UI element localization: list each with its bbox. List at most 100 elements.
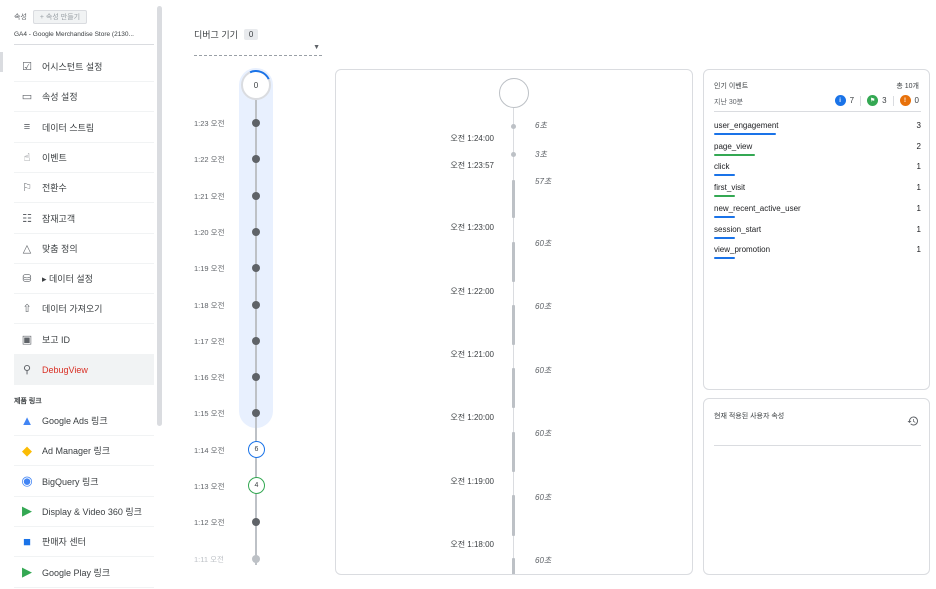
event-row[interactable]: view_promotion 1 — [714, 242, 921, 262]
stream-segment — [512, 558, 515, 574]
minute-dot[interactable] — [252, 554, 260, 563]
minute-time-label[interactable]: 1:11 오전 — [194, 554, 234, 565]
active-indicator — [0, 52, 3, 72]
top-events-title: 인기 이벤트 — [714, 83, 749, 90]
sidebar-item-10[interactable]: ▣ 보고 ID — [14, 325, 154, 355]
event-share-bar — [714, 133, 776, 135]
event-name[interactable]: new_recent_active_user — [714, 204, 801, 213]
sidebar-item-label: 데이터 가져오기 — [42, 304, 103, 315]
streams-icon: ≡ — [23, 121, 31, 134]
current-minute-counter[interactable]: 0 — [236, 65, 276, 105]
property-selector[interactable]: GA4 - Google Merchandise Store (2130... — [14, 31, 154, 38]
debug-device-select[interactable]: ▼ — [194, 42, 322, 56]
minute-dot[interactable] — [252, 336, 260, 345]
sidebar-item-label: 잠재고객 — [42, 213, 76, 224]
checkbox-icon: ☑ — [22, 61, 32, 73]
divider — [14, 44, 154, 45]
user-properties-card: 현재 적용된 사용자 속성 — [703, 398, 930, 575]
event-row[interactable]: new_recent_active_user 1 — [714, 201, 921, 221]
product-link-3[interactable]: ◉ BigQuery 링크 — [14, 467, 154, 497]
event-count: 1 — [916, 245, 921, 255]
event-name[interactable]: view_promotion — [714, 245, 770, 254]
minute-time-label[interactable]: 1:13 오전 — [194, 481, 234, 492]
minute-time-label[interactable]: 1:19 오전 — [194, 263, 234, 274]
sidebar-scrollbar[interactable] — [157, 6, 162, 426]
debug-icon: ⚲ — [22, 364, 32, 376]
create-property-button[interactable]: + 속성 만들기 — [32, 10, 88, 24]
stream-segment — [512, 180, 515, 218]
minute-time-label[interactable]: 1:14 오전 — [194, 445, 234, 456]
sidebar-item-label: 데이터 스트림 — [42, 122, 95, 133]
ad-manager-icon: ◆ — [22, 442, 32, 458]
product-link-1[interactable]: ▲ Google Ads 링크 — [14, 406, 154, 436]
stream-tick — [511, 152, 516, 157]
minute-dot[interactable] — [252, 191, 260, 200]
event-row[interactable]: first_visit 1 — [714, 180, 921, 200]
minute-event-count[interactable]: 6 — [248, 440, 265, 458]
event-row[interactable]: user_engagement 3 — [714, 118, 921, 138]
event-name[interactable]: user_engagement — [714, 121, 779, 130]
minute-time-label[interactable]: 1:12 오전 — [194, 517, 234, 528]
sidebar-item-9[interactable]: ⇧ 데이터 가져오기 — [14, 294, 154, 325]
minute-time-label[interactable]: 1:22 오전 — [194, 154, 234, 165]
event-row[interactable]: session_start 1 — [714, 222, 921, 242]
stream-timestamp: 오전 1:23:57 — [450, 161, 494, 170]
stream-gap-label: 57초 — [535, 177, 552, 186]
debug-device-title: 디버그 기기 — [194, 30, 238, 40]
sidebar-item-label: ▸ 데이터 설정 — [42, 274, 93, 285]
product-link-4[interactable]: ▶ Display & Video 360 링크 — [14, 497, 154, 527]
minute-dot[interactable] — [252, 518, 260, 527]
minute-time-label[interactable]: 1:18 오전 — [194, 300, 234, 311]
minute-time-label[interactable]: 1:20 오전 — [194, 227, 234, 238]
minute-time-label[interactable]: 1:16 오전 — [194, 372, 234, 383]
upload-icon: ⇧ — [22, 303, 32, 316]
minute-time-label[interactable]: 1:21 오전 — [194, 191, 234, 202]
debug-device-label: 디버그 기기 0 — [194, 28, 259, 41]
minutes-timeline — [255, 100, 257, 565]
divider — [860, 95, 862, 106]
stream-gap-label: 6초 — [535, 121, 547, 130]
stream-segment — [512, 305, 515, 345]
stream-gap-label: 60초 — [535, 556, 552, 565]
event-name[interactable]: session_start — [714, 225, 761, 234]
sidebar-item-label: 어시스턴트 설정 — [42, 62, 103, 72]
stream-timestamp: 오전 1:24:00 — [450, 134, 494, 143]
window-icon: ▭ — [21, 91, 33, 104]
user-properties-title: 현재 적용된 사용자 속성 — [714, 413, 785, 420]
product-link-2[interactable]: ◆ Ad Manager 링크 — [14, 436, 154, 467]
minute-dot[interactable] — [252, 300, 260, 309]
stream-segment — [512, 432, 515, 472]
minute-time-label[interactable]: 1:15 오전 — [194, 408, 234, 419]
event-share-bar — [714, 215, 735, 218]
event-name[interactable]: first_visit — [714, 183, 745, 192]
minute-dot[interactable] — [252, 227, 260, 236]
event-row[interactable]: click 1 — [714, 159, 921, 179]
event-row[interactable]: page_view 2 — [714, 139, 921, 159]
stream-current-node — [499, 78, 529, 108]
sidebar-item-5[interactable]: ⚐ 전환수 — [14, 173, 154, 204]
sidebar-item-8[interactable]: ⛁ ▸ 데이터 설정 — [14, 264, 154, 295]
event-name[interactable]: page_view — [714, 142, 752, 151]
sidebar-item-2[interactable]: ▭ 속성 설정 — [14, 82, 154, 113]
product-link-6[interactable]: ▶ Google Play 링크 — [14, 558, 154, 588]
stream-timestamp: 오전 1:20:00 — [450, 413, 494, 422]
minute-dot[interactable] — [252, 119, 260, 127]
sidebar-item-7[interactable]: △ 맞춤 정의 — [14, 234, 154, 264]
minute-event-count[interactable]: 4 — [248, 477, 265, 494]
admin-sidebar: 속성 + 속성 만들기 GA4 - Google Merchandise Sto… — [0, 0, 162, 589]
touch-icon: ☝ — [23, 151, 31, 164]
sidebar-item-6[interactable]: ☷ 잠재고객 — [14, 204, 154, 234]
event-stat-value: 0 — [914, 96, 919, 105]
top-events-period: 지난 30분 — [714, 99, 744, 106]
bigquery-icon: ◉ — [21, 473, 33, 489]
sidebar-item-4[interactable]: ☝ 이벤트 — [14, 143, 154, 173]
sidebar-item-11[interactable]: ⚲ DebugView — [14, 355, 154, 385]
history-icon[interactable] — [907, 415, 919, 427]
minute-time-label[interactable]: 1:23 오전 — [194, 118, 234, 129]
sidebar-item-1[interactable]: ☑ 어시스턴트 설정 — [14, 52, 154, 82]
product-link-5[interactable]: ■ 판매자 센터 — [14, 527, 154, 558]
sidebar-item-3[interactable]: ≡ 데이터 스트림 — [14, 113, 154, 143]
minute-time-label[interactable]: 1:17 오전 — [194, 336, 234, 347]
sidebar-item-label: DebugView — [42, 364, 88, 375]
event-name[interactable]: click — [714, 162, 730, 171]
